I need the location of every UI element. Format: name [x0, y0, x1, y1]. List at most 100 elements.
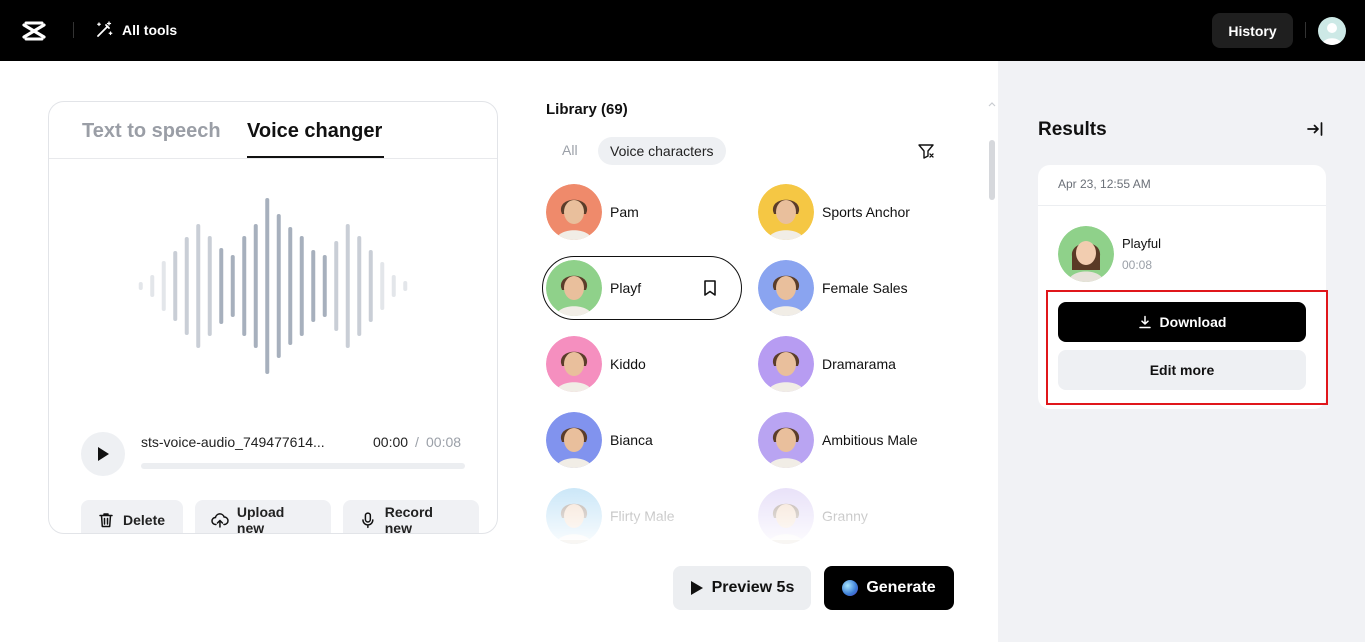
scroll-up-icon[interactable] [988, 101, 996, 107]
divider [73, 22, 74, 38]
divider [1038, 205, 1326, 206]
waveform-bar [161, 261, 166, 311]
voice-changer-card: Text to speech Voice changer sts-voice-a… [48, 101, 498, 534]
voice-item[interactable]: Pam [546, 184, 639, 240]
face-icon [758, 488, 814, 544]
waveform-bar [357, 236, 362, 336]
preview-label: Preview 5s [711, 579, 795, 596]
result-date: Apr 23, 12:55 AM [1058, 177, 1151, 191]
play-icon [98, 447, 109, 461]
waveform-bar [391, 275, 396, 297]
voice-item[interactable]: Granny [758, 488, 868, 544]
trash-icon [99, 513, 113, 528]
audio-progress-bar[interactable] [141, 463, 465, 469]
all-tools-button[interactable]: All tools [94, 20, 177, 40]
mode-tabs: Text to speech Voice changer [49, 102, 497, 159]
preview-button[interactable]: Preview 5s [673, 566, 811, 610]
voice-avatar [758, 412, 814, 468]
history-button[interactable]: History [1212, 13, 1293, 48]
generate-orb-icon [842, 580, 859, 596]
waveform-bar [196, 224, 201, 348]
voice-name: Granny [822, 508, 868, 524]
voice-name: Sports Anchor [822, 204, 910, 220]
voice-name: Playf [610, 280, 642, 296]
waveform-bar [403, 281, 408, 291]
voice-item[interactable]: Kiddo [546, 336, 646, 392]
record-new-button[interactable]: Record new [343, 500, 479, 534]
upload-label: Upload new [236, 504, 285, 534]
result-duration: 00:08 [1122, 258, 1153, 272]
waveform-bar [219, 248, 224, 324]
face-icon [546, 412, 602, 468]
play-button[interactable] [81, 432, 125, 476]
tab-text-to-speech[interactable]: Text to speech [82, 120, 221, 143]
voice-name: Bianca [610, 432, 653, 448]
record-label: Record new [384, 504, 433, 534]
highlight-box [1046, 290, 1328, 405]
tab-voice-changer[interactable]: Voice changer [247, 120, 382, 143]
waveform-bar [380, 262, 385, 310]
waveform-bar [311, 250, 316, 322]
filter-icon[interactable] [917, 142, 935, 160]
voice-name: Ambitious Male [822, 432, 918, 448]
filter-all[interactable]: All [562, 142, 578, 158]
waveform-bar [184, 237, 189, 335]
voice-avatar [546, 260, 602, 316]
face-icon [758, 184, 814, 240]
active-tab-indicator [247, 156, 384, 158]
face-icon [546, 488, 602, 544]
waveform-bar [345, 224, 350, 348]
voice-avatar [546, 184, 602, 240]
delete-button[interactable]: Delete [81, 500, 183, 533]
waveform-bar [207, 236, 212, 336]
voice-avatar [758, 336, 814, 392]
generate-button[interactable]: Generate [824, 566, 954, 610]
waveform-bar [173, 251, 178, 321]
current-time: 00:00 [373, 434, 409, 450]
voice-name: Kiddo [610, 356, 646, 372]
filter-voice-characters[interactable]: Voice characters [598, 137, 726, 165]
voice-name: Female Sales [822, 280, 908, 296]
result-voice-avatar [1058, 226, 1114, 282]
time-separator: / [415, 434, 419, 450]
face-icon [758, 412, 814, 468]
voice-avatar [546, 412, 602, 468]
result-voice-name: Playful [1122, 236, 1162, 251]
waveform-bar [150, 275, 155, 297]
voice-item[interactable]: Sports Anchor [758, 184, 910, 240]
voice-item[interactable]: Ambitious Male [758, 412, 918, 468]
voice-item[interactable]: Bianca [546, 412, 653, 468]
delete-label: Delete [123, 512, 166, 528]
waveform-bar [288, 227, 293, 345]
divider [1305, 22, 1306, 38]
cloud-upload-icon [211, 513, 229, 528]
all-tools-label: All tools [122, 22, 178, 38]
upload-new-button[interactable]: Upload new [195, 500, 331, 534]
voice-item[interactable]: Female Sales [758, 260, 908, 316]
waveform-bar [368, 250, 373, 322]
voice-name: Flirty Male [610, 508, 675, 524]
voice-avatar [758, 184, 814, 240]
voice-item[interactable]: Flirty Male [546, 488, 675, 544]
face-icon [546, 184, 602, 240]
face-icon [546, 336, 602, 392]
total-time: 00:08 [426, 434, 462, 450]
library-scrollbar[interactable] [989, 140, 995, 200]
voice-name: Dramarama [822, 356, 896, 372]
user-avatar[interactable] [1318, 17, 1346, 45]
top-bar: All tools History [0, 0, 1365, 61]
microphone-icon [362, 512, 374, 529]
waveform-bar [276, 214, 281, 358]
waveform-bar [265, 198, 270, 374]
voice-avatar [758, 488, 814, 544]
capcut-logo-icon[interactable] [20, 17, 48, 45]
collapse-panel-icon[interactable] [1306, 120, 1324, 138]
results-title: Results [1038, 119, 1107, 140]
waveform-bar [230, 255, 235, 317]
voice-item[interactable]: Dramarama [758, 336, 896, 392]
voice-item[interactable]: Playf [546, 260, 641, 316]
waveform-bar [138, 282, 143, 290]
voice-name: Pam [610, 204, 639, 220]
bookmark-icon[interactable] [701, 279, 719, 297]
magic-wand-icon [97, 21, 113, 37]
